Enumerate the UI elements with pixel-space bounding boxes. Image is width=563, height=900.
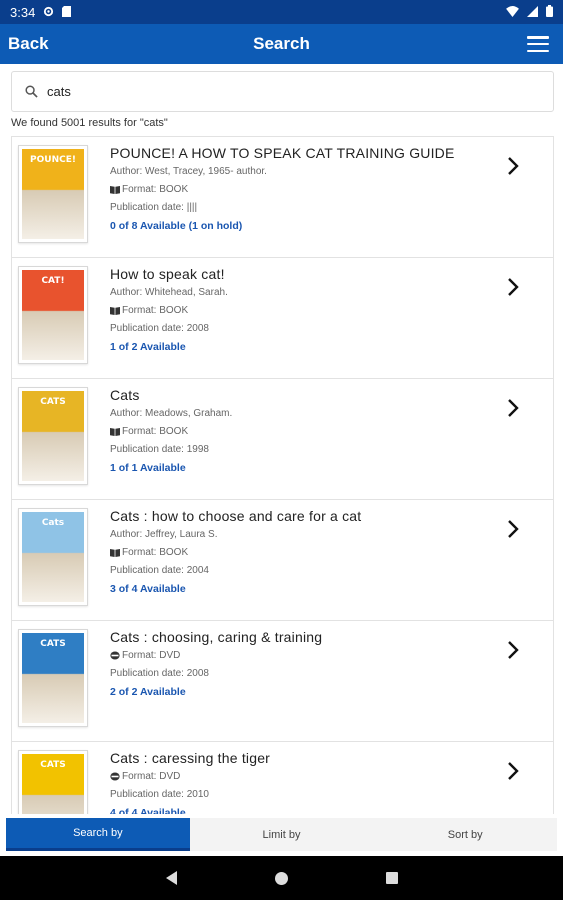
tab-limit-by[interactable]: Limit by <box>190 818 374 851</box>
result-item[interactable]: CATS Cats Author: Meadows, Graham. Format: … <box>11 378 554 499</box>
chevron-right-icon[interactable] <box>505 155 521 177</box>
result-author: Author: Jeffrey, Laura S. <box>110 529 218 540</box>
disc-icon <box>110 651 120 660</box>
sd-card-icon <box>62 5 72 20</box>
result-author: Author: Whitehead, Sarah. <box>110 287 228 298</box>
nav-home-icon[interactable] <box>274 871 288 885</box>
search-icon <box>25 84 39 99</box>
result-availability[interactable]: 3 of 4 Available <box>110 583 510 595</box>
result-title[interactable]: POUNCE! A HOW TO SPEAK CAT TRAINING GUID… <box>110 145 510 161</box>
result-format: Format: BOOK <box>110 305 510 316</box>
book-cover-image: CATS <box>18 750 88 814</box>
search-input[interactable] <box>47 84 527 99</box>
result-title[interactable]: Cats : choosing, caring & training <box>110 629 510 645</box>
result-availability[interactable]: 1 of 1 Available <box>110 462 510 474</box>
result-pubdate: Publication date: 2004 <box>110 565 209 576</box>
cover-title-text: Cats <box>41 518 65 528</box>
result-info: Cats : choosing, caring & training Format… <box>110 629 510 698</box>
result-author: Author: West, Tracey, 1965- author. <box>110 166 267 177</box>
chevron-right-icon[interactable] <box>505 639 521 661</box>
result-availability[interactable]: 2 of 2 Available <box>110 686 510 698</box>
chevron-right-icon[interactable] <box>505 760 521 782</box>
results-list[interactable]: POUNCE! POUNCE! A HOW TO SPEAK CAT TRAINI… <box>11 136 554 814</box>
results-count: We found 5001 results for "cats" <box>11 117 168 129</box>
cover-title-text: CATS <box>40 639 66 649</box>
back-button[interactable]: Back <box>8 34 49 54</box>
format-label: Format: DVD <box>122 771 181 782</box>
book-cover-image: CATS <box>18 387 88 485</box>
result-format: Format: BOOK <box>110 184 510 195</box>
cover-title-text: CATS <box>40 760 66 770</box>
page-title: Search <box>253 34 310 53</box>
result-pubdate: Publication date: 2008 <box>110 668 209 679</box>
cover-title-text: CAT! <box>41 276 65 286</box>
system-nav-bar <box>0 856 563 900</box>
nav-recents-icon[interactable] <box>385 872 398 884</box>
book-icon <box>110 306 120 315</box>
book-icon <box>110 548 120 557</box>
book-cover-image: POUNCE! <box>18 145 88 243</box>
result-format: Format: DVD <box>110 771 510 782</box>
signal-icon <box>527 5 538 20</box>
result-availability[interactable]: 0 of 8 Available (1 on hold) <box>110 220 510 232</box>
cover-title-text: CATS <box>40 397 66 407</box>
book-icon <box>110 427 120 436</box>
result-title[interactable]: Cats : caressing the tiger <box>110 750 510 766</box>
result-item[interactable]: CATS Cats : caressing the tiger Format: DV… <box>11 741 554 814</box>
status-time: 3:34 <box>10 4 36 20</box>
result-format: Format: DVD <box>110 650 510 661</box>
cover-title-text: POUNCE! <box>30 155 76 165</box>
tab-sort-by[interactable]: Sort by <box>373 818 557 851</box>
settings-icon <box>43 5 54 20</box>
hamburger-menu-icon[interactable] <box>527 36 549 52</box>
result-item[interactable]: CAT! How to speak cat! Author: Whitehead, … <box>11 257 554 378</box>
result-author: Author: Meadows, Graham. <box>110 408 233 419</box>
chevron-right-icon[interactable] <box>505 276 521 298</box>
chevron-right-icon[interactable] <box>505 397 521 419</box>
result-format: Format: BOOK <box>110 426 510 437</box>
tab-search-by[interactable]: Search by <box>6 818 190 851</box>
result-info: Cats : how to choose and care for a cat A… <box>110 508 510 595</box>
book-icon <box>110 185 120 194</box>
result-item[interactable]: Cats Cats : how to choose and care for a … <box>11 499 554 620</box>
result-availability[interactable]: 4 of 4 Available <box>110 807 510 814</box>
disc-icon <box>110 772 120 781</box>
result-item[interactable]: CATS Cats : choosing, caring & training Fo… <box>11 620 554 741</box>
result-info: Cats : caressing the tiger Format: DVD Pub… <box>110 750 510 814</box>
nav-back-icon[interactable] <box>165 871 177 885</box>
format-label: Format: BOOK <box>122 426 189 437</box>
format-label: Format: BOOK <box>122 547 189 558</box>
chevron-right-icon[interactable] <box>505 518 521 540</box>
result-info: POUNCE! A HOW TO SPEAK CAT TRAINING GUID… <box>110 145 510 232</box>
result-item[interactable]: POUNCE! POUNCE! A HOW TO SPEAK CAT TRAINI… <box>11 136 554 257</box>
result-availability[interactable]: 1 of 2 Available <box>110 341 510 353</box>
wifi-icon <box>506 5 519 20</box>
result-title[interactable]: Cats : how to choose and care for a cat <box>110 508 510 524</box>
format-label: Format: BOOK <box>122 305 189 316</box>
result-pubdate: Publication date: 2010 <box>110 789 209 800</box>
status-bar: 3:34 <box>0 0 563 24</box>
result-format: Format: BOOK <box>110 547 510 558</box>
search-box[interactable] <box>11 71 554 112</box>
battery-icon <box>546 4 553 20</box>
result-pubdate: Publication date: |||| <box>110 202 198 213</box>
app-bar: Back Search <box>0 24 563 64</box>
format-label: Format: BOOK <box>122 184 189 195</box>
book-cover-image: CAT! <box>18 266 88 364</box>
result-title[interactable]: How to speak cat! <box>110 266 510 282</box>
result-pubdate: Publication date: 1998 <box>110 444 209 455</box>
result-title[interactable]: Cats <box>110 387 510 403</box>
format-label: Format: DVD <box>122 650 181 661</box>
result-info: How to speak cat! Author: Whitehead, Sara… <box>110 266 510 353</box>
book-cover-image: Cats <box>18 508 88 606</box>
result-pubdate: Publication date: 2008 <box>110 323 209 334</box>
result-info: Cats Author: Meadows, Graham. Format: BOOK… <box>110 387 510 474</box>
book-cover-image: CATS <box>18 629 88 727</box>
bottom-tabs: Search by Limit by Sort by <box>6 818 557 851</box>
